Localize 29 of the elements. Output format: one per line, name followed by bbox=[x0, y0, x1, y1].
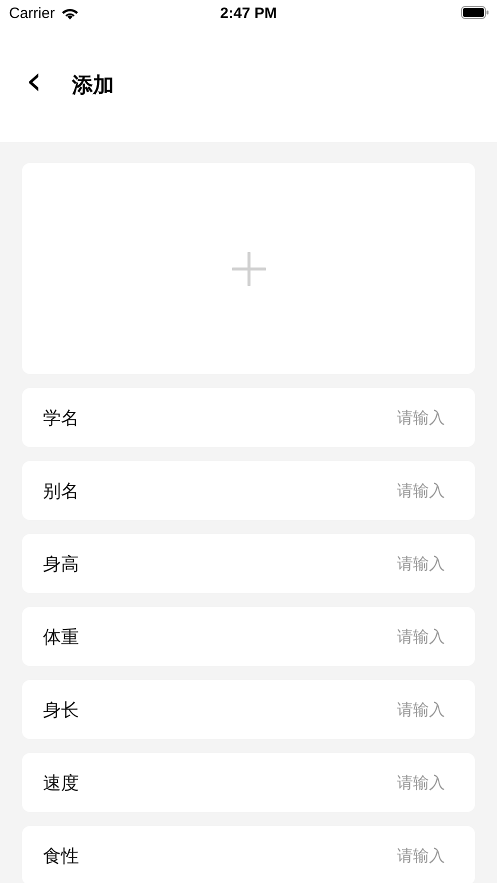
field-label: 学名 bbox=[43, 406, 79, 430]
input-field[interactable]: 请输入 bbox=[79, 626, 447, 647]
field-label: 体重 bbox=[43, 626, 79, 648]
form-field[interactable]: 速度 请输入 bbox=[22, 753, 475, 812]
plus-icon bbox=[232, 252, 266, 286]
wifi-icon bbox=[60, 7, 79, 20]
form-field[interactable]: 身高 请输入 bbox=[22, 534, 475, 593]
battery-icon bbox=[461, 6, 489, 19]
image-upload-area[interactable] bbox=[22, 163, 475, 374]
field-label: 速度 bbox=[43, 772, 79, 794]
form-field[interactable]: 别名 请输入 bbox=[22, 461, 475, 520]
field-label: 身长 bbox=[43, 698, 79, 722]
input-field[interactable]: 请输入 bbox=[79, 772, 447, 793]
status-time: 2:47 PM bbox=[220, 5, 277, 22]
field-label: 食性 bbox=[43, 844, 79, 868]
form-field[interactable]: 学名 请输入 bbox=[22, 388, 475, 447]
input-field[interactable]: 请输入 bbox=[79, 407, 447, 428]
field-label: 身高 bbox=[43, 552, 79, 576]
input-field[interactable]: 请输入 bbox=[79, 699, 447, 720]
form-field[interactable]: 食性 请输入 bbox=[22, 826, 475, 883]
input-field[interactable]: 请输入 bbox=[79, 553, 447, 574]
form-field[interactable]: 身长 请输入 bbox=[22, 680, 475, 739]
field-label: 别名 bbox=[43, 480, 79, 502]
form-field[interactable]: 体重 请输入 bbox=[22, 607, 475, 666]
back-button[interactable]: ‹ bbox=[20, 60, 48, 108]
page-title: 添加 bbox=[72, 72, 114, 98]
input-field[interactable]: 请输入 bbox=[79, 480, 447, 501]
input-field[interactable]: 请输入 bbox=[79, 845, 447, 866]
carrier-label: Carrier bbox=[9, 5, 55, 22]
